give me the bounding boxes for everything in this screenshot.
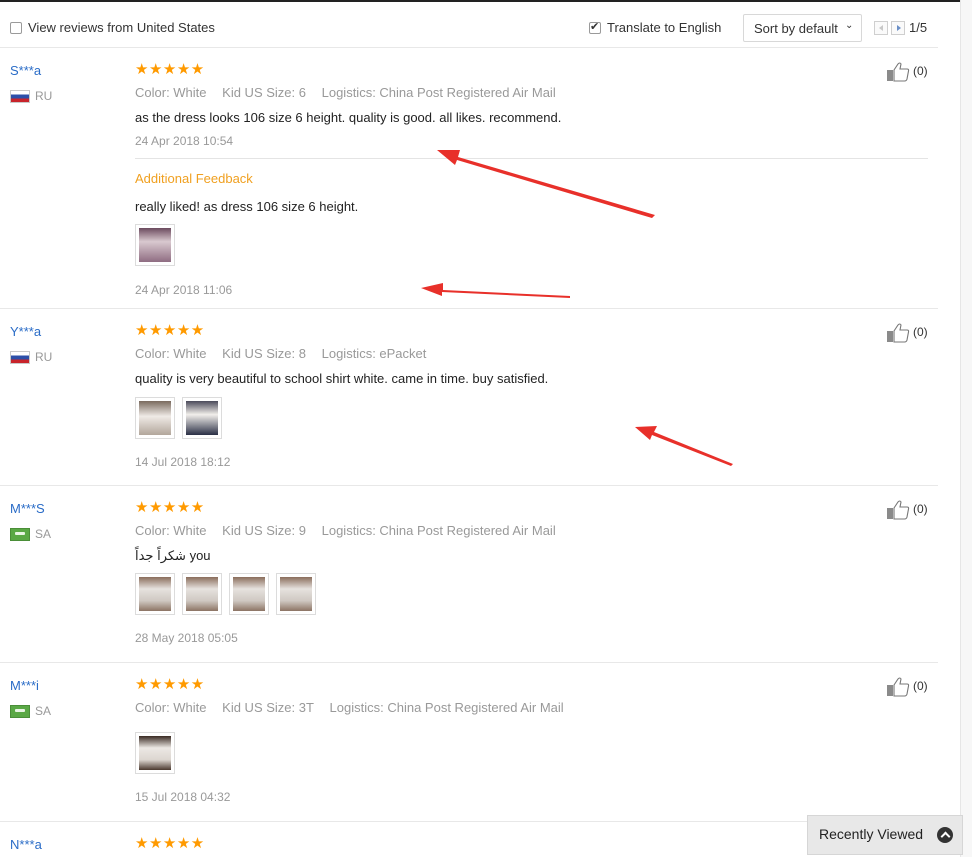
prev-page-button[interactable] <box>874 21 888 35</box>
attr-size: Kid US Size: 8 <box>222 346 306 361</box>
flag-ru-icon <box>10 351 30 364</box>
translate-label[interactable]: Translate to English <box>607 20 721 35</box>
review-text: quality is very beautiful to school shir… <box>135 371 549 386</box>
page-scrollbar[interactable] <box>960 0 972 857</box>
thumbs-up-icon <box>887 323 910 343</box>
thumbs-up-icon <box>887 677 910 697</box>
like-count: (0) <box>913 325 928 339</box>
arrow-right-icon <box>897 25 901 31</box>
reviewer-country: RU <box>35 89 53 103</box>
like-count: (0) <box>913 64 928 78</box>
review-photo[interactable] <box>135 397 175 439</box>
review-text: as the dress looks 106 size 6 height. qu… <box>135 110 562 125</box>
attr-color: Color: White <box>135 85 207 100</box>
review-item: M***S SA ★★★★★ Color: White Kid US Size:… <box>0 486 938 663</box>
star-rating: ★★★★★ <box>135 675 205 693</box>
review-photo[interactable] <box>276 573 316 615</box>
review-date: 14 Jul 2018 18:12 <box>135 455 231 469</box>
order-attributes: Color: White Kid US Size: 8 Logistics: e… <box>135 346 438 361</box>
review-date: 15 Jul 2018 04:32 <box>135 790 231 804</box>
like-button[interactable]: (0) <box>886 323 936 343</box>
attr-size: Kid US Size: 9 <box>222 523 306 538</box>
review-item: M***i SA ★★★★★ Color: White Kid US Size:… <box>0 663 938 822</box>
reviews-toolbar: View reviews from United States Translat… <box>0 2 938 48</box>
view-us-checkbox[interactable] <box>10 22 22 34</box>
review-item: Y***a RU ★★★★★ Color: White Kid US Size:… <box>0 309 938 486</box>
attr-logistics: Logistics: China Post Registered Air Mai… <box>329 700 564 715</box>
attr-logistics: Logistics: China Post Registered Air Mai… <box>321 523 556 538</box>
reviewer-country: SA <box>35 704 52 718</box>
review-photo[interactable] <box>182 573 222 615</box>
attr-color: Color: White <box>135 346 207 361</box>
attr-logistics: Logistics: ePacket <box>321 346 427 361</box>
attr-size: Kid US Size: 3T <box>222 700 314 715</box>
review-photo[interactable] <box>229 573 269 615</box>
review-date: 28 May 2018 05:05 <box>135 631 238 645</box>
review-item: N***a ★★★★★ <box>0 822 938 857</box>
recently-viewed-panel[interactable]: Recently Viewed <box>807 815 963 855</box>
flag-sa-icon <box>10 528 30 541</box>
review-photo[interactable] <box>135 224 175 266</box>
star-rating: ★★★★★ <box>135 834 205 852</box>
attr-size: Kid US Size: 6 <box>222 85 306 100</box>
page-indicator: 1/5 <box>909 20 928 35</box>
star-rating: ★★★★★ <box>135 321 205 339</box>
additional-feedback-label: Additional Feedback <box>135 171 253 186</box>
star-rating: ★★★★★ <box>135 60 205 78</box>
review-photo[interactable] <box>135 573 175 615</box>
view-us-label[interactable]: View reviews from United States <box>28 20 215 35</box>
review-photo[interactable] <box>135 732 175 774</box>
translate-checkbox[interactable] <box>589 20 601 34</box>
reviewer-name[interactable]: N***a <box>10 837 42 852</box>
reviewer-country: RU <box>35 350 53 364</box>
like-button[interactable]: (0) <box>886 62 936 82</box>
like-button[interactable]: (0) <box>886 677 936 697</box>
order-attributes: Color: White Kid US Size: 6 Logistics: C… <box>135 85 568 100</box>
reviewer-country: SA <box>35 527 52 541</box>
flag-ru-icon <box>10 90 30 103</box>
review-text: شكراً جداً you <box>135 548 211 563</box>
reviewer-name[interactable]: M***S <box>10 501 45 516</box>
like-count: (0) <box>913 502 928 516</box>
sort-dropdown[interactable]: Sort by default ⌄ <box>743 14 862 42</box>
thumbs-up-icon <box>887 500 910 520</box>
next-page-button[interactable] <box>891 21 905 35</box>
star-rating: ★★★★★ <box>135 498 205 516</box>
sort-dropdown-label: Sort by default <box>754 21 838 36</box>
review-item: S***a RU ★★★★★ Color: White Kid US Size:… <box>0 48 938 309</box>
attr-color: Color: White <box>135 523 207 538</box>
attr-logistics: Logistics: China Post Registered Air Mai… <box>321 85 556 100</box>
like-button[interactable]: (0) <box>886 500 936 520</box>
recently-viewed-label: Recently Viewed <box>819 826 924 842</box>
review-photo[interactable] <box>182 397 222 439</box>
order-attributes: Color: White Kid US Size: 3T Logistics: … <box>135 700 576 715</box>
additional-feedback-text: really liked! as dress 106 size 6 height… <box>135 199 359 214</box>
chevron-up-icon[interactable] <box>937 827 953 843</box>
reviewer-name[interactable]: M***i <box>10 678 39 693</box>
divider <box>135 158 928 159</box>
chevron-down-icon: ⌄ <box>845 20 854 31</box>
reviewer-name[interactable]: Y***a <box>10 324 41 339</box>
review-date: 24 Apr 2018 10:54 <box>135 134 234 148</box>
reviewer-name[interactable]: S***a <box>10 63 41 78</box>
arrow-left-icon <box>879 25 883 31</box>
thumbs-up-icon <box>887 62 910 82</box>
like-count: (0) <box>913 679 928 693</box>
attr-color: Color: White <box>135 700 207 715</box>
order-attributes: Color: White Kid US Size: 9 Logistics: C… <box>135 523 568 538</box>
additional-feedback-date: 24 Apr 2018 11:06 <box>135 283 233 297</box>
flag-sa-icon <box>10 705 30 718</box>
